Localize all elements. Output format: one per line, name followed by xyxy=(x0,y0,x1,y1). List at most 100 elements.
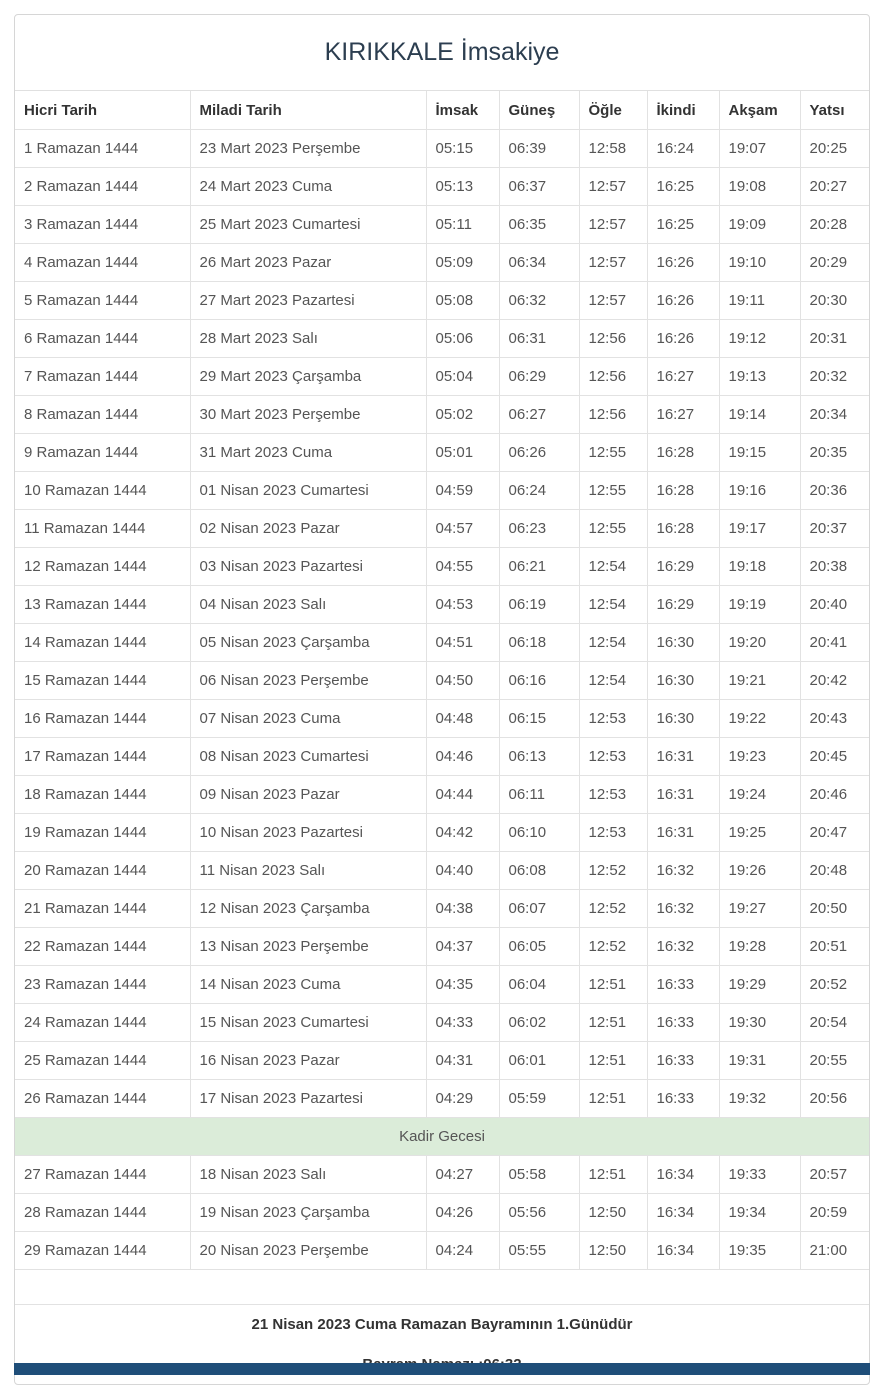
cell-hicri-tarih: 18 Ramazan 1444 xyxy=(15,775,191,814)
table-row: 19 Ramazan 1444 10 Nisan 2023 Pazartesi 04… xyxy=(15,813,869,852)
cell-gunes: 06:24 xyxy=(498,471,580,510)
cell-hicri-tarih: 3 Ramazan 1444 xyxy=(15,205,191,244)
cell-gunes: 06:13 xyxy=(498,737,580,776)
cell-miladi-tarih: 01 Nisan 2023 Cumartesi xyxy=(189,471,427,510)
empty-row xyxy=(15,1269,869,1304)
cell-yatsi: 20:51 xyxy=(799,927,869,966)
table-row: 7 Ramazan 1444 29 Mart 2023 Çarşamba 05:04… xyxy=(15,357,869,396)
table-row: 9 Ramazan 1444 31 Mart 2023 Cuma 05:01 06:2… xyxy=(15,433,869,472)
cell-yatsi: 20:50 xyxy=(799,889,869,928)
table-row: 6 Ramazan 1444 28 Mart 2023 Salı 05:06 06:3… xyxy=(15,319,869,358)
cell-hicri-tarih: 15 Ramazan 1444 xyxy=(15,661,191,700)
cell-aksam: 19:25 xyxy=(718,813,801,852)
cell-hicri-tarih: 27 Ramazan 1444 xyxy=(15,1155,191,1194)
cell-yatsi: 20:43 xyxy=(799,699,869,738)
cell-ikindi: 16:33 xyxy=(646,1079,720,1118)
cell-aksam: 19:08 xyxy=(718,167,801,206)
cell-ikindi: 16:29 xyxy=(646,585,720,624)
cell-ikindi: 16:32 xyxy=(646,927,720,966)
cell-imsak: 04:42 xyxy=(425,813,500,852)
cell-aksam: 19:21 xyxy=(718,661,801,700)
cell-yatsi: 20:59 xyxy=(799,1193,869,1232)
cell-yatsi: 20:29 xyxy=(799,243,869,282)
table-row: 3 Ramazan 1444 25 Mart 2023 Cumartesi 05:1… xyxy=(15,205,869,244)
cell-gunes: 06:16 xyxy=(498,661,580,700)
cell-yatsi: 20:30 xyxy=(799,281,869,320)
cell-yatsi: 20:25 xyxy=(799,129,869,168)
cell-gunes: 05:56 xyxy=(498,1193,580,1232)
cell-gunes: 06:27 xyxy=(498,395,580,434)
cell-hicri-tarih: 4 Ramazan 1444 xyxy=(15,243,191,282)
cell-miladi-tarih: 08 Nisan 2023 Cumartesi xyxy=(189,737,427,776)
cell-miladi-tarih: 11 Nisan 2023 Salı xyxy=(189,851,427,890)
cell-ogle: 12:53 xyxy=(578,737,648,776)
cell-ikindi: 16:27 xyxy=(646,357,720,396)
cell-gunes: 06:35 xyxy=(498,205,580,244)
cell-imsak: 05:04 xyxy=(425,357,500,396)
cell-aksam: 19:33 xyxy=(718,1155,801,1194)
table-row: 13 Ramazan 1444 04 Nisan 2023 Salı 04:53 06… xyxy=(15,585,869,624)
cell-aksam: 19:07 xyxy=(718,129,801,168)
table-row: 4 Ramazan 1444 26 Mart 2023 Pazar 05:09 06:… xyxy=(15,243,869,282)
cell-hicri-tarih: 2 Ramazan 1444 xyxy=(15,167,191,206)
cell-ikindi: 16:31 xyxy=(646,813,720,852)
cell-ikindi: 16:28 xyxy=(646,433,720,472)
cell-ikindi: 16:28 xyxy=(646,509,720,548)
cell-imsak: 05:13 xyxy=(425,167,500,206)
cell-ogle: 12:57 xyxy=(578,167,648,206)
table-body: 1 Ramazan 1444 23 Mart 2023 Perşembe 05:15… xyxy=(15,129,869,1270)
cell-aksam: 19:18 xyxy=(718,547,801,586)
cell-miladi-tarih: 20 Nisan 2023 Perşembe xyxy=(189,1231,427,1270)
cell-miladi-tarih: 14 Nisan 2023 Cuma xyxy=(189,965,427,1004)
cell-hicri-tarih: 21 Ramazan 1444 xyxy=(15,889,191,928)
cell-miladi-tarih: 12 Nisan 2023 Çarşamba xyxy=(189,889,427,928)
cell-hicri-tarih: 12 Ramazan 1444 xyxy=(15,547,191,586)
cell-miladi-tarih: 02 Nisan 2023 Pazar xyxy=(189,509,427,548)
cell-hicri-tarih: 9 Ramazan 1444 xyxy=(15,433,191,472)
cell-yatsi: 20:48 xyxy=(799,851,869,890)
table-row: 12 Ramazan 1444 03 Nisan 2023 Pazartesi 04… xyxy=(15,547,869,586)
cell-imsak: 05:08 xyxy=(425,281,500,320)
cell-hicri-tarih: 11 Ramazan 1444 xyxy=(15,509,191,548)
cell-aksam: 19:19 xyxy=(718,585,801,624)
cell-imsak: 04:48 xyxy=(425,699,500,738)
cell-gunes: 06:01 xyxy=(498,1041,580,1080)
cell-ogle: 12:52 xyxy=(578,889,648,928)
cell-ogle: 12:55 xyxy=(578,471,648,510)
cell-miladi-tarih: 24 Mart 2023 Cuma xyxy=(189,167,427,206)
cell-aksam: 19:35 xyxy=(718,1231,801,1270)
cell-yatsi: 20:41 xyxy=(799,623,869,662)
cell-yatsi: 20:38 xyxy=(799,547,869,586)
table-row: 28 Ramazan 1444 19 Nisan 2023 Çarşamba 04:… xyxy=(15,1193,869,1232)
bottom-footer-bar xyxy=(14,1363,870,1375)
cell-aksam: 19:10 xyxy=(718,243,801,282)
cell-aksam: 19:13 xyxy=(718,357,801,396)
cell-miladi-tarih: 06 Nisan 2023 Perşembe xyxy=(189,661,427,700)
cell-ogle: 12:57 xyxy=(578,243,648,282)
table-row: 20 Ramazan 1444 11 Nisan 2023 Salı 04:40 06… xyxy=(15,851,869,890)
cell-aksam: 19:17 xyxy=(718,509,801,548)
cell-yatsi: 20:56 xyxy=(799,1079,869,1118)
cell-gunes: 06:19 xyxy=(498,585,580,624)
cell-yatsi: 20:54 xyxy=(799,1003,869,1042)
cell-imsak: 05:06 xyxy=(425,319,500,358)
cell-hicri-tarih: 22 Ramazan 1444 xyxy=(15,927,191,966)
cell-miladi-tarih: 25 Mart 2023 Cumartesi xyxy=(189,205,427,244)
cell-gunes: 06:08 xyxy=(498,851,580,890)
cell-gunes: 06:37 xyxy=(498,167,580,206)
cell-ogle: 12:52 xyxy=(578,851,648,890)
cell-imsak: 04:37 xyxy=(425,927,500,966)
cell-yatsi: 20:40 xyxy=(799,585,869,624)
page-title: KIRIKKALE İmsakiye xyxy=(15,15,869,91)
table-row: 29 Ramazan 1444 20 Nisan 2023 Perşembe 04:… xyxy=(15,1231,869,1270)
cell-gunes: 06:23 xyxy=(498,509,580,548)
cell-ogle: 12:56 xyxy=(578,357,648,396)
cell-gunes: 06:18 xyxy=(498,623,580,662)
cell-ikindi: 16:26 xyxy=(646,281,720,320)
cell-imsak: 04:57 xyxy=(425,509,500,548)
cell-yatsi: 20:57 xyxy=(799,1155,869,1194)
cell-gunes: 06:10 xyxy=(498,813,580,852)
table-row: 1 Ramazan 1444 23 Mart 2023 Perşembe 05:15… xyxy=(15,129,869,168)
cell-aksam: 19:16 xyxy=(718,471,801,510)
cell-hicri-tarih: 28 Ramazan 1444 xyxy=(15,1193,191,1232)
